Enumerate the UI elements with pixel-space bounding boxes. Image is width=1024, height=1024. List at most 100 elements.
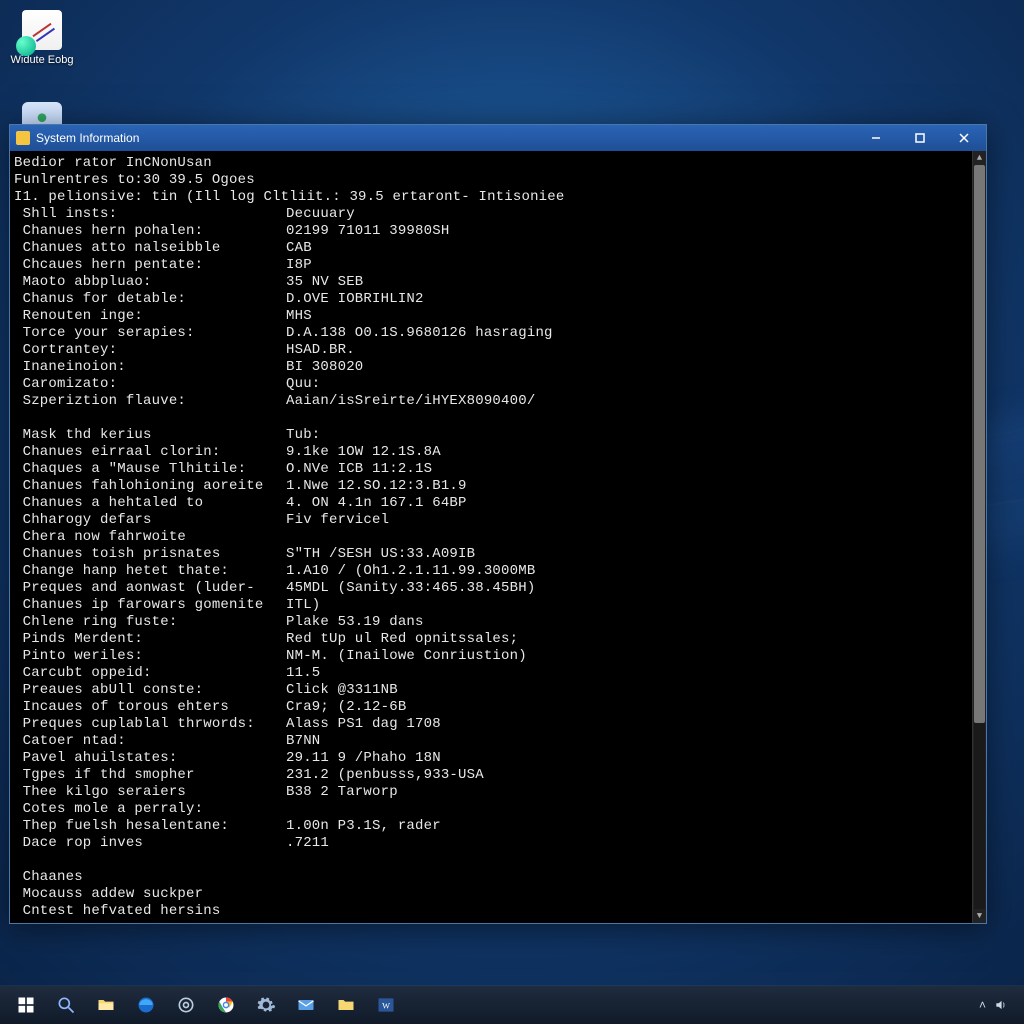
terminal-label: Renouten inge: <box>14 308 286 325</box>
tray-overflow-icon[interactable]: ˄ <box>979 998 986 1012</box>
terminal-value: 02199 71011 39980SH <box>286 223 449 239</box>
titlebar[interactable]: System Information <box>10 125 986 151</box>
scroll-down-arrow[interactable]: ▼ <box>973 909 986 923</box>
terminal-line: Inaneinoion:BI 308020 <box>14 359 978 376</box>
terminal-line: Chanues eirraal clorin:9.1ke 1OW 12.1S.8… <box>14 444 978 461</box>
scroll-up-arrow[interactable]: ▲ <box>973 151 986 165</box>
terminal-value: D.OVE IOBRIHLIN2 <box>286 291 424 307</box>
terminal-value: CAB <box>286 240 312 256</box>
terminal-line: Funlrentres to:30 39.5 Ogoes <box>14 172 978 189</box>
terminal-label: Chlene ring fuste: <box>14 614 286 631</box>
vertical-scrollbar[interactable]: ▲ ▼ <box>972 151 986 923</box>
terminal-value: 1.00n P3.1S, rader <box>286 818 441 834</box>
terminal-value: 231.2 (penbusss,933-USA <box>286 767 484 783</box>
taskbar-file-explorer[interactable] <box>86 986 126 1024</box>
terminal-line: Chcaues hern pentate:I8P <box>14 257 978 274</box>
terminal-value: MHS <box>286 308 312 324</box>
terminal-line: Catoer ntad:B7NN <box>14 733 978 750</box>
terminal-line: Bedior rator InCNonUsan <box>14 155 978 172</box>
terminal-label: Mask thd kerius <box>14 427 286 444</box>
terminal-line: Carcubt oppeid:11.5 <box>14 665 978 682</box>
terminal-line: Caromizato:Quu: <box>14 376 978 393</box>
terminal-line: Renouten inge:MHS <box>14 308 978 325</box>
terminal-line <box>14 410 978 427</box>
terminal-label: Pinds Merdent: <box>14 631 286 648</box>
volume-icon[interactable] <box>994 998 1008 1012</box>
terminal-value: Alass PS1 dag 1708 <box>286 716 441 732</box>
scrollbar-track[interactable] <box>974 165 985 909</box>
taskbar-settings[interactable] <box>246 986 286 1024</box>
terminal-line: Chanus for detable:D.OVE IOBRIHLIN2 <box>14 291 978 308</box>
terminal-line: Mocauss addew suckper <box>14 886 978 903</box>
terminal-value: 1.A10 / (Oh1.2.1.11.99.3000MB <box>286 563 535 579</box>
terminal-label: Catoer ntad: <box>14 733 286 750</box>
terminal-line: Szperiztion flauve:Aaian/isSreirte/iHYEX… <box>14 393 978 410</box>
taskbar-browser-outline[interactable] <box>166 986 206 1024</box>
terminal-line: Thee kilgo seraiersB38 2 Tarworp <box>14 784 978 801</box>
system-tray[interactable]: ˄ <box>979 998 1018 1012</box>
close-button[interactable] <box>942 125 986 151</box>
terminal-label: Change hanp hetet thate: <box>14 563 286 580</box>
terminal-line: Chanues fahlohioning aoreite1.Nwe 12.SO.… <box>14 478 978 495</box>
taskbar-chrome[interactable] <box>206 986 246 1024</box>
taskbar-edge[interactable] <box>126 986 166 1024</box>
terminal-value: O.NVe ICB 11:2.1S <box>286 461 432 477</box>
terminal-line: Chlene ring fuste:Plake 53.19 dans <box>14 614 978 631</box>
scrollbar-thumb[interactable] <box>974 165 985 723</box>
terminal-label: Chanues toish prisnates <box>14 546 286 563</box>
terminal-label: Chaques a "Mause Tlhitile: <box>14 461 286 478</box>
terminal-value: S"TH /SESH US:33.A09IB <box>286 546 475 562</box>
terminal-label: Mocauss addew suckper <box>14 886 286 903</box>
terminal-label: Chaanes <box>14 869 286 886</box>
start-button[interactable] <box>6 986 46 1024</box>
desktop-icon-widute[interactable]: Widute Eobg <box>6 10 78 66</box>
terminal-label: Thee kilgo seraiers <box>14 784 286 801</box>
terminal-line: Chaanes <box>14 869 978 886</box>
system-information-window: System Information Bedior rator InCNonUs… <box>9 124 987 924</box>
app-icon <box>16 131 30 145</box>
terminal-label: Maoto abbpluao: <box>14 274 286 291</box>
terminal-label: Chanues hern pohalen: <box>14 223 286 240</box>
desktop: Widute Eobg System Information Bedior ra… <box>0 0 1024 1024</box>
minimize-button[interactable] <box>854 125 898 151</box>
window-title: System Information <box>36 131 854 145</box>
terminal-label: Pavel ahuilstates: <box>14 750 286 767</box>
terminal-value: Decuuary <box>286 206 355 222</box>
terminal-line: Chanues hern pohalen:02199 71011 39980SH <box>14 223 978 240</box>
taskbar-folder[interactable] <box>326 986 366 1024</box>
terminal-value: 35 NV SEB <box>286 274 363 290</box>
terminal-label: Pinto weriles: <box>14 648 286 665</box>
terminal-line: Chanues ip farowars gomeniteITL) <box>14 597 978 614</box>
terminal-line: Chanues toish prisnatesS"TH /SESH US:33.… <box>14 546 978 563</box>
terminal-output[interactable]: Bedior rator InCNonUsanFunlrentres to:30… <box>10 151 986 923</box>
terminal-value: Red tUp ul Red opnitssales; <box>286 631 518 647</box>
terminal-label: Shll insts: <box>14 206 286 223</box>
terminal-label: Preaues abUll conste: <box>14 682 286 699</box>
terminal-value: I8P <box>286 257 312 273</box>
terminal-label: Chanus for detable: <box>14 291 286 308</box>
taskbar: W ˄ <box>0 986 1024 1024</box>
taskbar-mail[interactable] <box>286 986 326 1024</box>
terminal-label: Chanues fahlohioning aoreite <box>14 478 286 495</box>
desktop-icon-label: Widute Eobg <box>6 54 78 66</box>
terminal-label: Caromizato: <box>14 376 286 393</box>
terminal-value: 9.1ke 1OW 12.1S.8A <box>286 444 441 460</box>
terminal-label: Chanues eirraal clorin: <box>14 444 286 461</box>
terminal-line: Cortrantey:HSAD.BR. <box>14 342 978 359</box>
taskbar-word[interactable]: W <box>366 986 406 1024</box>
terminal-label: Cortrantey: <box>14 342 286 359</box>
terminal-value: ITL) <box>286 597 320 613</box>
maximize-button[interactable] <box>898 125 942 151</box>
terminal-line: Mask thd keriusTub: <box>14 427 978 444</box>
search-button[interactable] <box>46 986 86 1024</box>
terminal-line: Shll insts:Decuuary <box>14 206 978 223</box>
terminal-value: Tub: <box>286 427 320 443</box>
terminal-line: Chanues atto nalseibbleCAB <box>14 240 978 257</box>
terminal-label: Chera now fahrwoite <box>14 529 286 546</box>
terminal-value: 11.5 <box>286 665 320 681</box>
terminal-label: Szperiztion flauve: <box>14 393 286 410</box>
terminal-label: Cotes mole a perraly: <box>14 801 286 818</box>
svg-text:W: W <box>382 1001 390 1010</box>
terminal-value: Click @3311NB <box>286 682 398 698</box>
terminal-value: 45MDL (Sanity.33:465.38.45BH) <box>286 580 535 596</box>
